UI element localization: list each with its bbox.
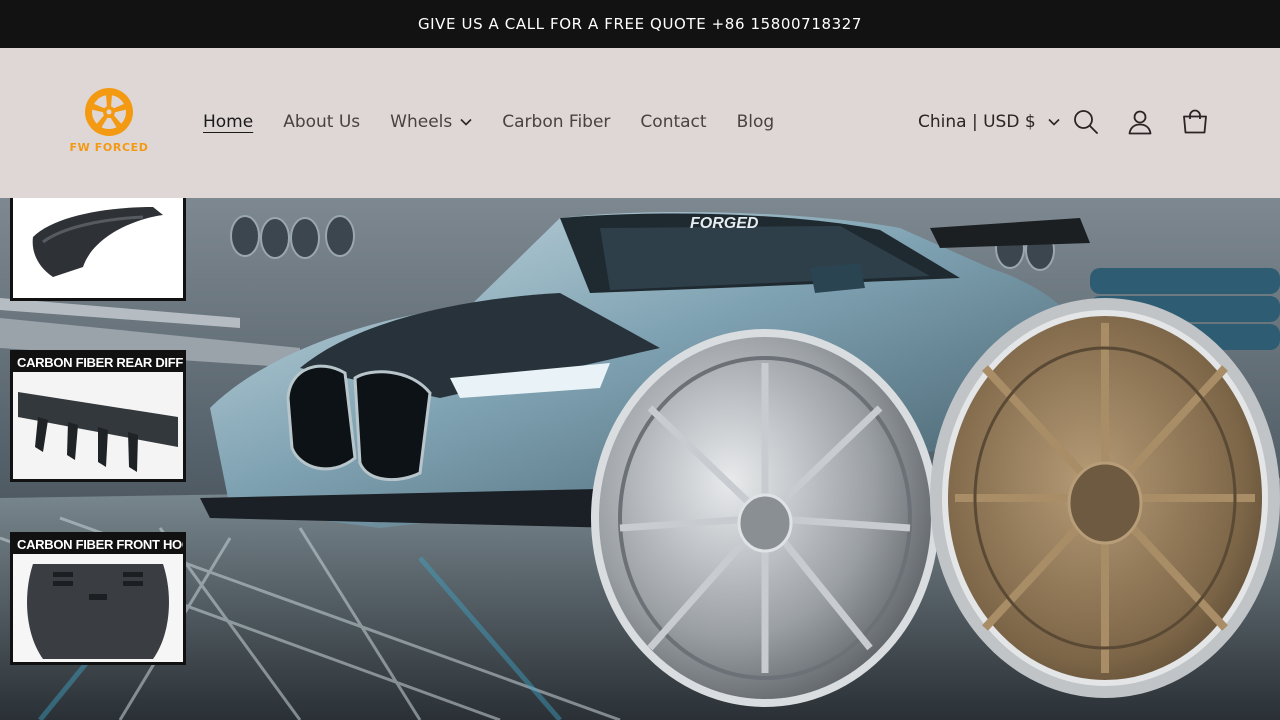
nav-carbon-fiber-label: Carbon Fiber xyxy=(502,112,611,132)
user-icon xyxy=(1128,110,1152,135)
search-button[interactable] xyxy=(1072,108,1100,136)
brand-name: FW FORCED xyxy=(69,141,149,154)
chevron-down-icon xyxy=(460,118,472,126)
nav-about-us[interactable]: About Us xyxy=(268,112,375,132)
nav-home[interactable]: Home xyxy=(188,112,268,132)
search-icon xyxy=(1074,110,1098,134)
nav-blog[interactable]: Blog xyxy=(722,112,790,132)
nav-contact-label: Contact xyxy=(640,112,707,132)
country-currency-selector[interactable]: China | USD $ xyxy=(918,108,1060,136)
hero-image: FORGED xyxy=(0,198,1280,720)
account-button[interactable] xyxy=(1126,108,1154,136)
nav-home-label: Home xyxy=(203,112,254,132)
cart-icon xyxy=(1183,109,1207,134)
announcement-bar: GIVE US A CALL FOR A FREE QUOTE +86 1580… xyxy=(0,0,1280,48)
announcement-text: GIVE US A CALL FOR A FREE QUOTE +86 1580… xyxy=(417,15,863,33)
nav-carbon-fiber[interactable]: Carbon Fiber xyxy=(487,112,625,132)
nav-wheels-label: Wheels xyxy=(390,112,453,132)
carbon-hood-image xyxy=(13,554,183,662)
inset-front-hood-label: CARBON FIBER FRONT HOOD xyxy=(13,535,183,554)
chevron-down-icon xyxy=(1048,118,1060,126)
inset-rear-diffuser-label: CARBON FIBER REAR DIFFUSER xyxy=(13,353,183,372)
car-decal: FORGED xyxy=(690,215,759,232)
inset-front-hood[interactable]: CARBON FIBER FRONT HOOD xyxy=(10,532,186,665)
inset-carbon-fender[interactable] xyxy=(10,198,186,301)
cart-button[interactable] xyxy=(1181,108,1209,136)
nav-blog-label: Blog xyxy=(736,112,775,132)
nav-about-us-label: About Us xyxy=(283,112,361,132)
site-header: FW FORCED Home About Us Wheels Carbon Fi… xyxy=(0,48,1280,198)
wheel-logo-icon xyxy=(85,88,133,136)
carbon-fender-image xyxy=(13,198,183,298)
logo-link[interactable]: FW FORCED xyxy=(68,86,150,162)
nav-contact[interactable]: Contact xyxy=(625,112,721,132)
hero-banner[interactable]: FORGED CARBON FIBER REAR DIFF CARBON FIB… xyxy=(0,198,1280,720)
locale-label: China | USD $ xyxy=(918,112,1036,132)
nav-wheels-dropdown[interactable]: Wheels xyxy=(375,112,487,132)
carbon-diffuser-image xyxy=(13,372,183,479)
inset-rear-diffuser[interactable]: CARBON FIBER REAR DIFFUSER xyxy=(10,350,186,482)
main-nav: Home About Us Wheels Carbon Fiber Contac… xyxy=(188,108,789,136)
